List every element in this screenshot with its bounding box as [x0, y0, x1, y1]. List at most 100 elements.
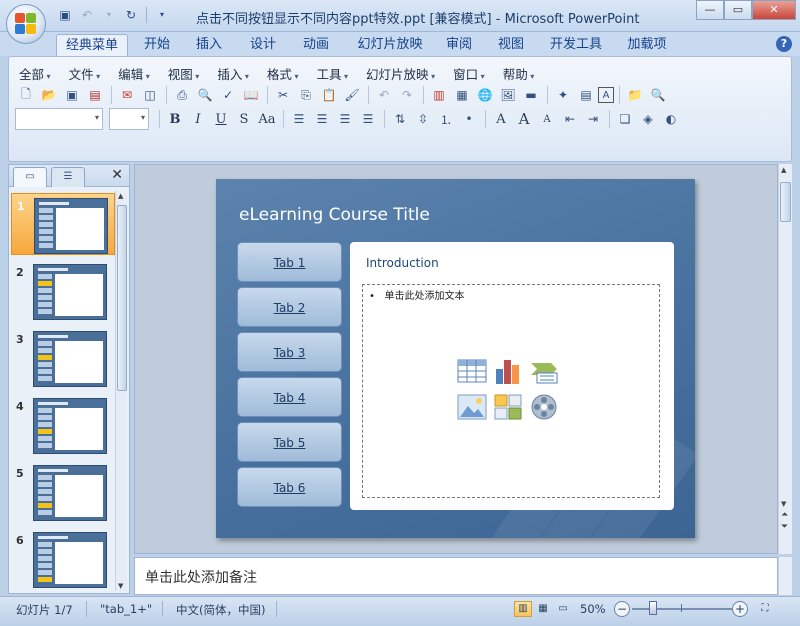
- notes-pane[interactable]: 单击此处添加备注: [134, 557, 778, 595]
- justify-icon[interactable]: ☰: [357, 109, 379, 129]
- menu-slideshow[interactable]: 幻灯片放映: [366, 64, 435, 83]
- underline-button[interactable]: U: [210, 109, 232, 129]
- insert-picture-icon[interactable]: 🖼: [497, 85, 519, 105]
- zoom-icon[interactable]: 🔍: [647, 85, 669, 105]
- office-button[interactable]: [6, 4, 46, 44]
- customize-qat-icon[interactable]: ▾: [153, 6, 171, 24]
- tab-slideshow[interactable]: 幻灯片放映: [350, 34, 430, 56]
- slideshow-view-button[interactable]: ▭: [554, 601, 572, 617]
- zoom-out-button[interactable]: −: [614, 601, 630, 617]
- menu-help[interactable]: 帮助: [503, 64, 535, 83]
- decrease-indent-icon[interactable]: ⇤: [559, 109, 581, 129]
- undo-dropdown-icon[interactable]: ▾: [100, 6, 118, 24]
- tab-classic-menu[interactable]: 经典菜单: [56, 34, 128, 56]
- insert-picture-icon[interactable]: [457, 393, 487, 421]
- zoom-slider-thumb[interactable]: [649, 601, 657, 615]
- email-icon[interactable]: ✉: [116, 85, 138, 105]
- shadow-button[interactable]: S: [233, 109, 255, 129]
- increase-indent-icon[interactable]: ⇥: [582, 109, 604, 129]
- insert-media-icon[interactable]: [529, 393, 559, 421]
- copy-icon[interactable]: ⎘: [295, 85, 317, 105]
- tab-addins[interactable]: 加载项: [622, 34, 672, 56]
- tab-developer[interactable]: 开发工具: [544, 34, 608, 56]
- print-preview-icon[interactable]: 🔍: [194, 85, 216, 105]
- print-icon[interactable]: ⎙: [171, 85, 193, 105]
- content-heading[interactable]: Introduction: [366, 256, 439, 270]
- insert-table-icon[interactable]: [457, 357, 487, 385]
- zoom-slider[interactable]: [632, 608, 732, 610]
- save-icon[interactable]: ▣: [61, 85, 83, 105]
- font-name-combo[interactable]: [15, 108, 103, 130]
- paste-icon[interactable]: 📋: [318, 85, 340, 105]
- line-spacing-icon[interactable]: ⇳: [412, 109, 434, 129]
- insert-table-icon[interactable]: ▦: [451, 85, 473, 105]
- menu-format[interactable]: 格式: [267, 64, 299, 83]
- tab-insert[interactable]: 插入: [188, 34, 230, 56]
- minimize-button[interactable]: —: [696, 0, 724, 20]
- new-icon[interactable]: 🗋: [15, 85, 37, 105]
- change-case-button[interactable]: Aa: [256, 109, 278, 129]
- slide-layout-icon[interactable]: ▤: [575, 85, 597, 105]
- undo-icon[interactable]: ↶: [78, 6, 96, 24]
- undo-icon[interactable]: ↶: [373, 85, 395, 105]
- previous-slide-icon[interactable]: ⏶: [781, 510, 788, 520]
- scroll-down-icon[interactable]: ▼: [781, 500, 786, 508]
- tab-view[interactable]: 视图: [490, 34, 532, 56]
- normal-view-button[interactable]: ▥: [514, 601, 532, 617]
- scrollbar-thumb[interactable]: [780, 182, 791, 222]
- slide-thumbnail[interactable]: 6: [11, 528, 115, 590]
- scroll-up-icon[interactable]: ▲: [118, 192, 123, 200]
- slide-tab-button[interactable]: Tab 3: [237, 332, 342, 372]
- arrange-icon[interactable]: ❏: [614, 109, 636, 129]
- align-right-icon[interactable]: ☰: [334, 109, 356, 129]
- slide-tab-button[interactable]: Tab 1: [237, 242, 342, 282]
- bullets-icon[interactable]: •: [458, 109, 480, 129]
- insert-chart-icon[interactable]: ▥: [428, 85, 450, 105]
- slide-canvas[interactable]: eLearning Course Title Tab 1 Tab 2 Tab 3…: [216, 179, 695, 538]
- research-icon[interactable]: 📖: [240, 85, 262, 105]
- open-icon[interactable]: 📂: [38, 85, 60, 105]
- slides-tab[interactable]: ▭: [13, 167, 47, 187]
- text-direction-icon[interactable]: ⇅: [389, 109, 411, 129]
- slide-tab-button[interactable]: Tab 5: [237, 422, 342, 462]
- menu-all[interactable]: 全部: [19, 64, 51, 83]
- slide-thumbnail[interactable]: 4: [11, 394, 115, 456]
- slide-thumbnail[interactable]: 5: [11, 461, 115, 523]
- tab-animations[interactable]: 动画: [295, 34, 337, 56]
- insert-hyperlink-icon[interactable]: 🌐: [474, 85, 496, 105]
- menu-file[interactable]: 文件: [69, 64, 101, 83]
- text-box-icon[interactable]: A: [598, 87, 614, 103]
- menu-insert[interactable]: 插入: [217, 64, 249, 83]
- insert-clipart-icon[interactable]: [493, 393, 523, 421]
- language-indicator[interactable]: 中文(简体，中国): [176, 602, 265, 618]
- tab-design[interactable]: 设计: [242, 34, 284, 56]
- slide-title[interactable]: eLearning Course Title: [239, 205, 430, 225]
- open-folder-icon[interactable]: 📁: [624, 85, 646, 105]
- save-icon[interactable]: ▣: [56, 6, 74, 24]
- zoom-in-button[interactable]: +: [732, 601, 748, 617]
- help-icon[interactable]: ?: [776, 36, 792, 52]
- menu-view[interactable]: 视图: [168, 64, 200, 83]
- next-slide-icon[interactable]: ⏷: [781, 522, 788, 532]
- tab-home[interactable]: 开始: [136, 34, 178, 56]
- format-painter-icon[interactable]: 🖌: [341, 85, 363, 105]
- outline-tab[interactable]: ☰: [51, 167, 85, 187]
- align-center-icon[interactable]: ☰: [311, 109, 333, 129]
- slide-thumbnail[interactable]: 2: [11, 260, 115, 322]
- insert-chart-icon[interactable]: [493, 357, 523, 385]
- slide-tab-button[interactable]: Tab 4: [237, 377, 342, 417]
- maximize-button[interactable]: ▭: [724, 0, 752, 20]
- menu-edit[interactable]: 编辑: [118, 64, 150, 83]
- numbering-icon[interactable]: ⒈: [435, 109, 457, 129]
- menu-window[interactable]: 窗口: [453, 64, 485, 83]
- shrink-font-button[interactable]: A: [536, 109, 558, 129]
- spelling-icon[interactable]: ✓: [217, 85, 239, 105]
- insert-shape-icon[interactable]: ▬: [520, 85, 542, 105]
- redo-icon[interactable]: ↷: [396, 85, 418, 105]
- cut-icon[interactable]: ✂: [272, 85, 294, 105]
- slide-tab-button[interactable]: Tab 2: [237, 287, 342, 327]
- insert-smartart-icon[interactable]: [529, 357, 559, 385]
- scrollbar-thumb[interactable]: [117, 205, 127, 391]
- slide-sorter-view-button[interactable]: ▦: [534, 601, 552, 617]
- grow-font-button[interactable]: A: [513, 109, 535, 129]
